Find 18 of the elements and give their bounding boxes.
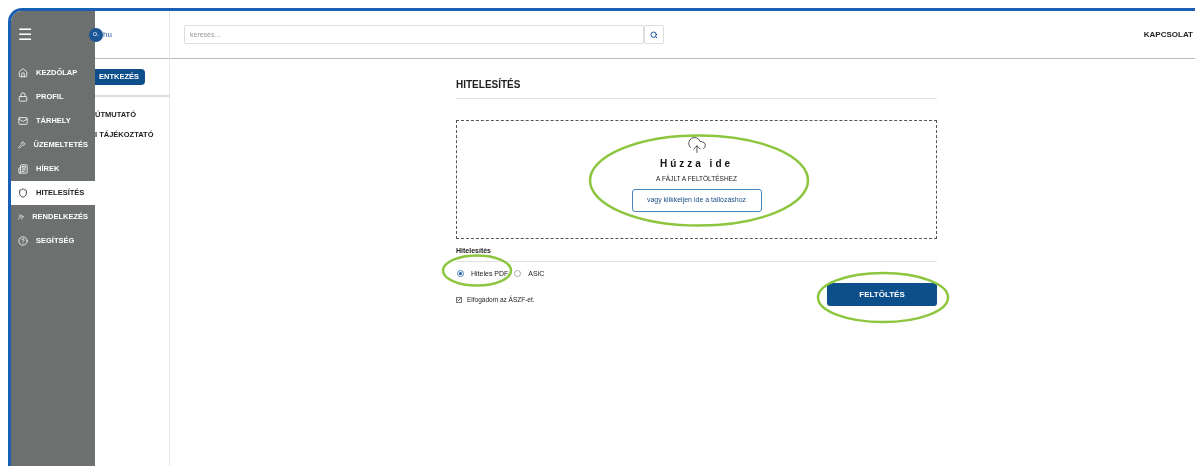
dropzone-title: Húzza ide (659, 157, 734, 171)
highlight-ring (441, 254, 513, 287)
newspaper-icon (18, 164, 28, 174)
lock-icon (18, 92, 28, 102)
search-icon (650, 30, 658, 39)
contact-link[interactable]: KAPCSOLAT (1143, 28, 1193, 41)
logo-text: hu (103, 28, 112, 41)
search-button[interactable] (644, 25, 664, 44)
menu-button[interactable]: ☰ (11, 27, 39, 43)
help-icon (18, 236, 28, 246)
cloud-upload-icon (686, 135, 707, 155)
upload-button[interactable]: FELTÖLTÉS (827, 283, 937, 306)
shield-icon (18, 188, 28, 198)
envelope-icon (18, 116, 28, 126)
home-icon (18, 68, 28, 78)
wrench-icon (18, 140, 26, 150)
user-add-icon (18, 212, 25, 222)
page-title: HITELESÍTÉS (456, 77, 522, 92)
